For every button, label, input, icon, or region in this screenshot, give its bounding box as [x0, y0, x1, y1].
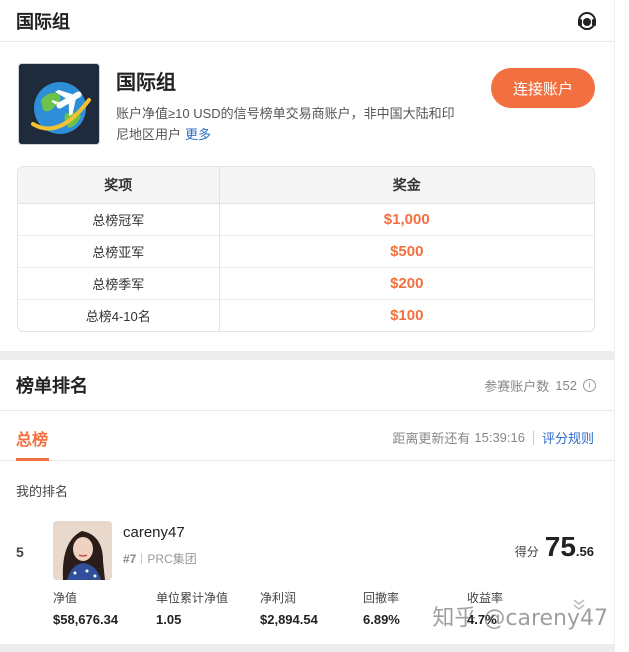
avatar[interactable]: [53, 521, 112, 580]
stat-drawdown: 回撤率 6.89%: [363, 589, 400, 627]
score: 得分 75 .56: [515, 531, 594, 563]
globe-plane-icon: [18, 63, 100, 145]
table-row: 总榜季军 $200: [18, 266, 594, 299]
rank-tags: #7 PRC集团: [123, 550, 197, 567]
prize-amount: $100: [219, 298, 594, 331]
my-rank-label: 我的排名: [16, 484, 69, 499]
prize-amount: $500: [219, 234, 594, 267]
score-decimal: .56: [575, 544, 594, 559]
column-header-prize: 奖项: [18, 167, 220, 204]
page-title: 国际组: [16, 11, 70, 32]
headset-icon[interactable]: [576, 10, 598, 32]
participants-label: 参赛账户数: [484, 378, 550, 394]
stat-value: 6.89%: [363, 612, 400, 627]
prize-table: 奖项 奖金 总榜冠军 $1,000 总榜亚军 $500 总榜季军 $200 总榜…: [17, 166, 595, 332]
group-description: 账户净值≥10 USD的信号榜单交易商账户，非中国大陆和印尼地区用户 更多: [116, 103, 461, 145]
prize-amount: $200: [219, 266, 594, 299]
prize-name: 总榜4-10名: [18, 298, 220, 331]
username[interactable]: careny47: [123, 524, 185, 541]
prize-name: 总榜亚军: [18, 234, 220, 267]
prize-name: 总榜冠军: [18, 203, 220, 235]
watermark: 知乎 @careny47: [432, 606, 608, 631]
stat-value: $2,894.54: [260, 612, 318, 627]
section-divider: [0, 351, 614, 360]
prize-amount: $1,000: [383, 210, 430, 228]
stat-label: 回撤率: [363, 591, 400, 605]
score-label: 得分: [514, 545, 539, 559]
column-header-reward: 奖金: [219, 167, 594, 204]
group-info: 国际组 账户净值≥10 USD的信号榜单交易商账户，非中国大陆和印尼地区用户 更多: [116, 66, 461, 145]
connect-account-button[interactable]: 连接账户: [491, 68, 595, 108]
separator: [141, 553, 143, 564]
stat-unit-net-value: 单位累计净值 1.05: [156, 589, 228, 627]
update-countdown: 15:39:16: [474, 430, 525, 445]
group-description-text: 账户净值≥10 USD的信号榜单交易商账户，非中国大陆和印尼地区用户: [116, 106, 455, 142]
tab-overall[interactable]: 总榜: [16, 426, 48, 450]
separator: [532, 430, 534, 445]
table-row: 总榜亚军 $500: [18, 234, 594, 267]
stat-value: $58,676.34: [53, 612, 119, 627]
scoring-rules-link[interactable]: 评分规则: [542, 428, 594, 447]
rank-number: 5: [16, 544, 24, 560]
participants-number: 152: [555, 377, 577, 393]
participants-count: 参赛账户数 152 i: [484, 376, 596, 395]
stat-label: 净值: [53, 591, 78, 605]
rank-tag: #7: [123, 551, 137, 566]
prize-name: 总榜季军: [18, 266, 220, 299]
top-bar: 国际组: [0, 0, 614, 42]
update-label: 距离更新还有: [392, 431, 471, 446]
score-integer: 75: [544, 531, 576, 562]
more-link[interactable]: 更多: [185, 127, 211, 142]
stat-net-value: 净值 $58,676.34: [53, 589, 118, 627]
tab-row: 总榜 距离更新还有 15:39:16 评分规则: [0, 411, 614, 461]
info-icon[interactable]: i: [583, 378, 596, 392]
ranking-title: 榜单排名: [16, 376, 88, 396]
table-row: 总榜冠军 $1,000: [18, 203, 594, 235]
group-name: 国际组: [116, 72, 176, 94]
bottom-divider: [0, 644, 614, 652]
tab-underline: [16, 458, 49, 461]
table-row: 总榜4-10名 $100: [18, 298, 594, 331]
update-info: 距离更新还有 15:39:16 评分规则: [392, 428, 594, 447]
ranking-header: 榜单排名 参赛账户数 152 i: [0, 360, 614, 411]
group-tag: PRC集团: [147, 552, 197, 566]
scrollbar[interactable]: [614, 0, 629, 652]
stat-label: 单位累计净值: [156, 591, 229, 605]
page: 国际组 国际组 账户净值≥10 USD的信号榜单交易商账户，非中国大陆和印尼地区…: [0, 0, 614, 652]
stat-value: 1.05: [156, 612, 182, 627]
stat-net-profit: 净利润 $2,894.54: [260, 589, 318, 627]
stat-label: 净利润: [260, 591, 297, 605]
